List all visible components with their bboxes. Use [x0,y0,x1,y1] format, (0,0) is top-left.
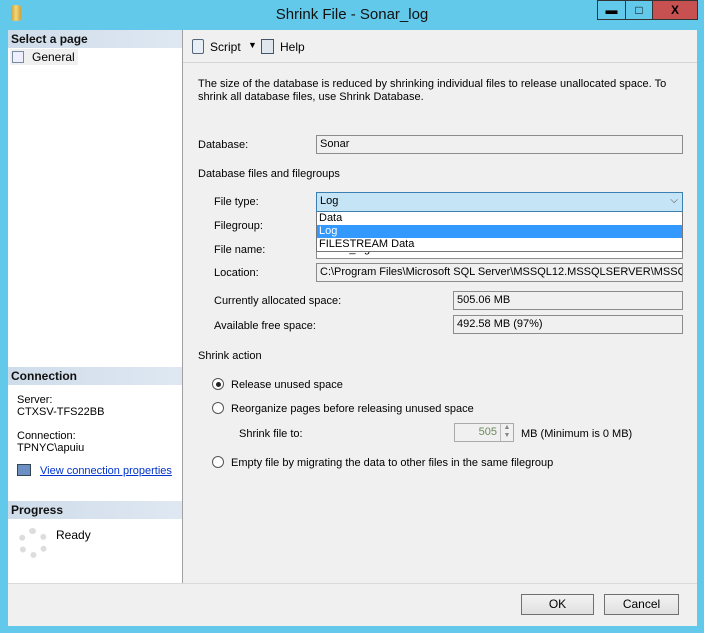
empty-file-label: Empty file by migrating the data to othe… [231,457,554,469]
spin-arrows-icon[interactable]: ▲ ▼ [500,424,513,441]
script-icon [192,39,204,54]
button-bar: OK Cancel [8,583,697,626]
free-space-label: Available free space: [214,320,316,332]
toolbar: Script ▼ Help [183,30,697,63]
database-field: Sonar [316,135,683,154]
connection-properties-icon [17,464,31,476]
file-type-option-data[interactable]: Data [317,212,682,225]
file-name-label: File name: [214,244,266,256]
free-space-field: 492.58 MB (97%) [453,315,683,334]
file-type-value: Log [320,195,339,207]
server-value: CTXSV-TFS22BB [17,406,105,418]
ok-button[interactable]: OK [521,594,594,615]
main-panel: Script ▼ Help The size of the database i… [183,30,697,583]
files-section-label: Database files and filegroups [198,168,340,180]
shrink-to-value: 505 [478,426,497,438]
connection-label: Connection: [17,430,76,442]
script-button[interactable]: Script ▼ [190,38,262,56]
file-type-option-log[interactable]: Log [317,225,682,238]
location-field: C:\Program Files\Microsoft SQL Server\MS… [316,263,683,282]
properties-icon [12,51,24,63]
connection-header: Connection [8,367,182,385]
release-unused-radio[interactable] [212,378,224,390]
close-button[interactable]: X [652,0,698,20]
minimize-button[interactable]: ▬ [597,0,626,20]
file-type-label: File type: [214,196,259,208]
file-type-dropdown: Data Log FILESTREAM Data [316,212,683,252]
progress-status: Ready [56,528,91,542]
help-icon [261,39,274,54]
filegroup-label: Filegroup: [214,220,263,232]
shrink-action-label: Shrink action [198,350,262,362]
shrink-to-label: Shrink file to: [239,428,303,440]
reorganize-radio[interactable] [212,402,224,414]
database-label: Database: [198,139,249,151]
allocated-label: Currently allocated space: [214,295,342,307]
server-label: Server: [17,394,53,406]
empty-file-radio[interactable] [212,456,224,468]
left-panel: Select a page General Connection Server:… [8,30,183,583]
reorganize-label: Reorganize pages before releasing unused… [231,403,474,415]
view-connection-properties-link[interactable]: View connection properties [40,465,172,477]
cancel-button[interactable]: Cancel [604,594,679,615]
file-type-select[interactable]: Log ⌵ [316,192,683,212]
description: The size of the database is reduced by s… [198,78,667,103]
shrink-to-stepper[interactable]: 505 ▲ ▼ [454,423,514,442]
file-type-option-filestream[interactable]: FILESTREAM Data [317,238,682,251]
chevron-down-icon[interactable]: ⌵ [670,195,678,206]
progress-spinner-icon [18,528,48,558]
help-label: Help [280,40,305,54]
help-button[interactable]: Help [261,38,311,56]
progress-header: Progress [8,501,182,519]
connection-value: TPNYC\apuiu [17,442,85,454]
location-label: Location: [214,267,259,279]
release-unused-label: Release unused space [231,379,343,391]
page-general[interactable]: General [10,49,78,65]
title-bar: Shrink File - Sonar_log ▬ □ X [0,0,704,30]
script-dropdown-icon[interactable]: ▼ [248,40,257,50]
select-page-header: Select a page [8,30,182,48]
page-general-label: General [32,50,75,64]
maximize-button[interactable]: □ [625,0,653,20]
allocated-field: 505.06 MB [453,291,683,310]
script-label: Script [210,40,241,54]
shrink-unit-label: MB (Minimum is 0 MB) [521,428,633,440]
